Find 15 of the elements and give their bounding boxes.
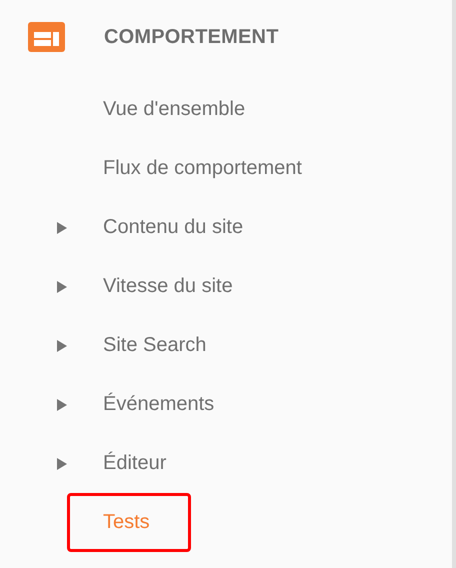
expand-arrow-icon[interactable]: [57, 340, 67, 352]
expand-arrow-icon[interactable]: [57, 280, 67, 292]
menu-item[interactable]: Éditeur: [67, 434, 208, 493]
section-title: COMPORTEMENT: [104, 26, 279, 48]
expand-arrow-icon[interactable]: [57, 222, 67, 234]
layout-icon: [28, 22, 65, 52]
expand-arrow-icon[interactable]: [57, 458, 67, 470]
menu-item[interactable]: Événements: [67, 375, 256, 434]
expand-arrow-icon[interactable]: [57, 398, 67, 410]
menu-item[interactable]: Site Search: [67, 316, 248, 375]
menu-item[interactable]: Vitesse du site: [67, 257, 274, 316]
menu-item[interactable]: Contenu du site: [67, 198, 284, 257]
menu-item[interactable]: Vue d'ensemble: [67, 80, 286, 139]
menu-item[interactable]: Tests: [67, 493, 191, 552]
menu-item[interactable]: Flux de comportement: [67, 139, 343, 198]
